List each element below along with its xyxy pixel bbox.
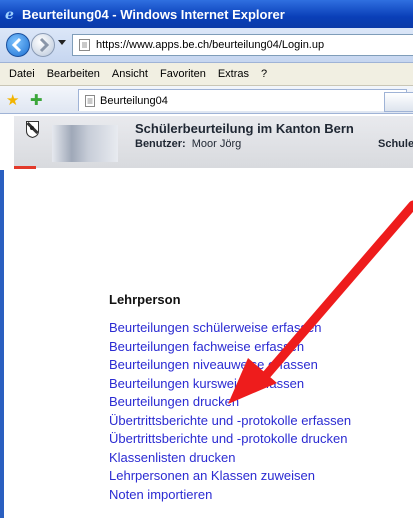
menu-favoriten[interactable]: Favoriten (160, 68, 206, 80)
page-icon (79, 39, 90, 51)
menu-bearbeiten[interactable]: Bearbeiten (47, 68, 100, 80)
forward-icon (39, 37, 50, 53)
menu-datei[interactable]: Datei (9, 68, 35, 80)
link-klassenlisten[interactable]: Klassenlisten drucken (109, 449, 351, 468)
address-bar: https://www.apps.be.ch/beurteilung04/Log… (0, 28, 413, 63)
url-field[interactable]: https://www.apps.be.ch/beurteilung04/Log… (72, 34, 413, 56)
menu-help[interactable]: ? (261, 68, 267, 80)
link-uebertritt-erfassen[interactable]: Übertrittsberichte und -protokolle erfas… (109, 412, 351, 431)
window-title: Beurteilung04 - Windows Internet Explore… (22, 6, 285, 22)
link-niveauweise[interactable]: Beurteilungen niveauweise erfassen (109, 356, 351, 375)
new-tab-button[interactable] (384, 92, 413, 112)
link-schuelerweise[interactable]: Beurteilungen schülerweise erfassen (109, 319, 351, 338)
favorites-star-icon[interactable]: ★ (6, 91, 19, 109)
link-lehrpersonen-zuweisen[interactable]: Lehrpersonen an Klassen zuweisen (109, 467, 351, 486)
user-line: Benutzer: Moor Jörg (135, 138, 241, 150)
menu-extras[interactable]: Extras (218, 68, 249, 80)
school-label: Schule (378, 138, 413, 150)
back-icon (11, 37, 22, 53)
header-accent-line (14, 166, 36, 169)
bern-crest-icon (26, 121, 39, 138)
link-fachweise[interactable]: Beurteilungen fachweise erfassen (109, 338, 351, 357)
browser-tab[interactable]: Beurteilung04 (78, 89, 407, 111)
link-uebertritt-drucken[interactable]: Übertrittsberichte und -protokolle druck… (109, 430, 351, 449)
url-text: https://www.apps.be.ch/beurteilung04/Log… (96, 39, 325, 51)
tab-page-icon (85, 94, 95, 107)
forward-button[interactable] (31, 33, 55, 57)
link-kursweise[interactable]: Beurteilungen kursweise erfassen (109, 375, 351, 394)
menu-links: Beurteilungen schülerweise erfassen Beur… (109, 319, 351, 504)
menu-ansicht[interactable]: Ansicht (112, 68, 148, 80)
user-name: Moor Jörg (191, 138, 242, 150)
back-button[interactable] (6, 33, 30, 57)
tab-label: Beurteilung04 (100, 94, 168, 107)
app-title: Schülerbeurteilung im Kanton Bern (135, 121, 354, 136)
user-label: Benutzer: (135, 138, 186, 150)
window-titlebar: e Beurteilung04 - Windows Internet Explo… (0, 0, 413, 28)
menu-bar: Datei Bearbeiten Ansicht Favoriten Extra… (0, 63, 413, 86)
ie-logo-icon: e (5, 7, 14, 21)
header-photo (52, 125, 118, 162)
svg-text:e: e (5, 7, 14, 21)
link-noten-importieren[interactable]: Noten importieren (109, 486, 351, 505)
window-left-border (0, 170, 4, 518)
tabs-bar: ★ ✚ Beurteilung04 (0, 86, 413, 114)
history-dropdown-icon[interactable] (58, 40, 66, 45)
section-title: Lehrperson (109, 292, 181, 307)
add-favorite-icon[interactable]: ✚ (30, 91, 43, 109)
link-drucken[interactable]: Beurteilungen drucken (109, 394, 239, 409)
